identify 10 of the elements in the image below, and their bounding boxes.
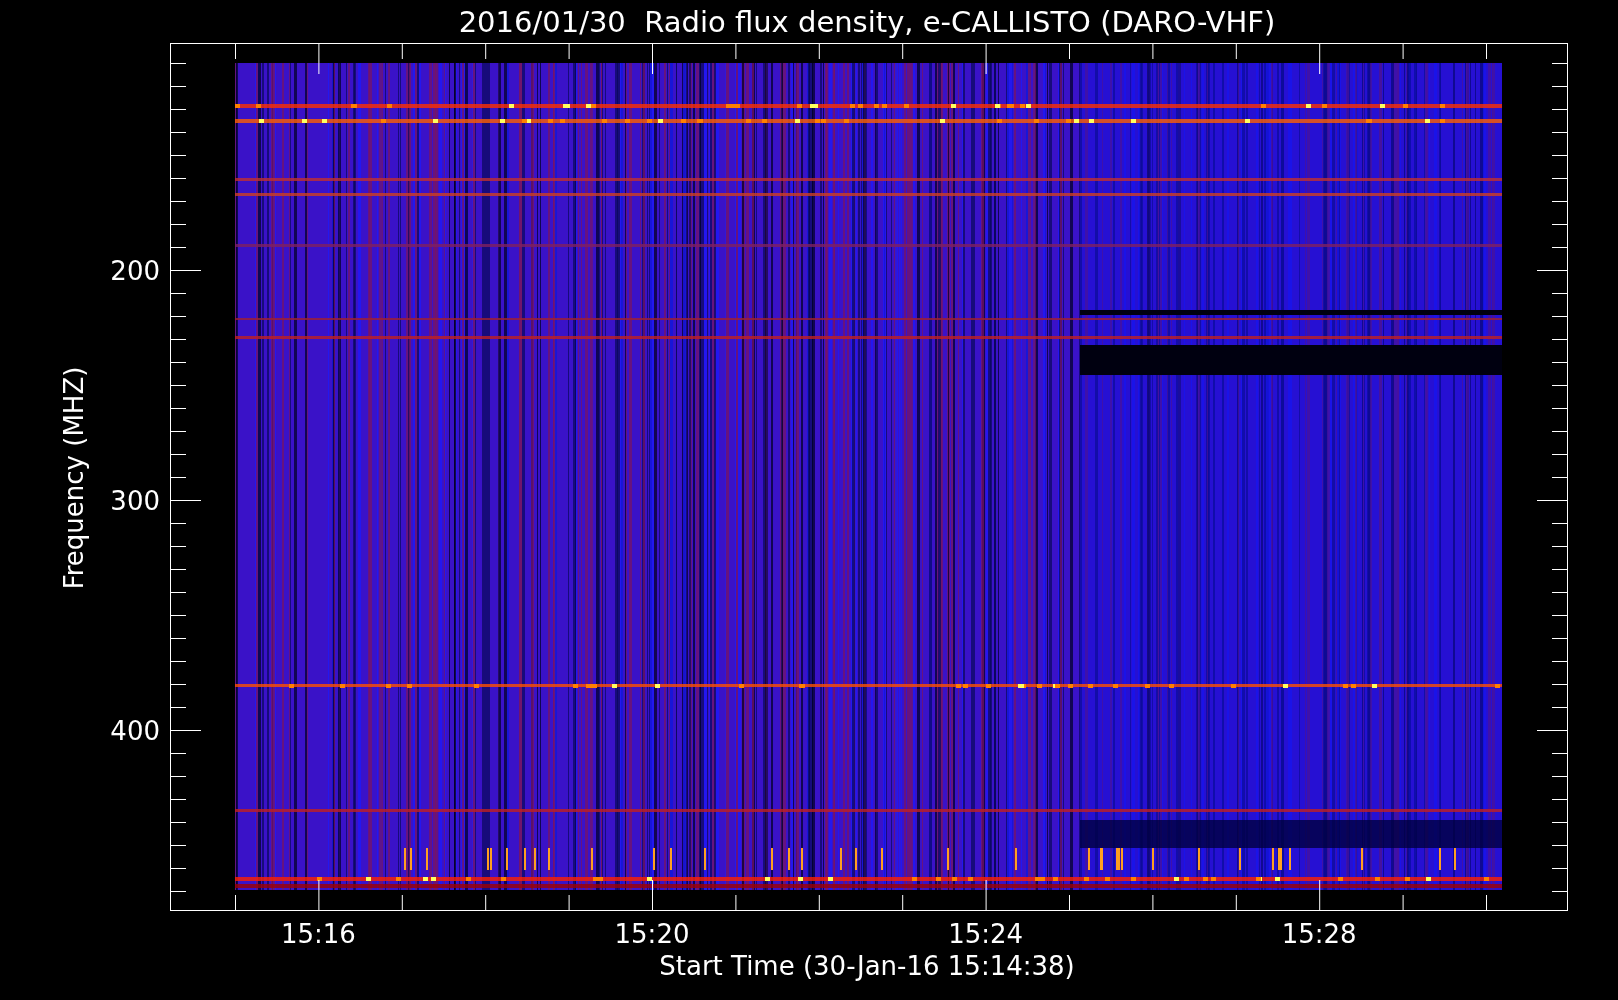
tick-label: 200 xyxy=(110,256,160,286)
chart-title: 2016/01/30 Radio flux density, e-CALLISTO (DARO-VHF) xyxy=(458,5,1276,39)
tick-label: 300 xyxy=(110,486,160,516)
tick-label: 400 xyxy=(110,716,160,746)
tick-label: 15:28 xyxy=(1281,919,1357,949)
x-axis-title: Start Time (30-Jan-16 15:14:38) xyxy=(659,951,1075,981)
y-axis-title: Frequency (MHZ) xyxy=(59,366,89,590)
tick-label: 15:16 xyxy=(280,919,356,949)
tick-label: 15:24 xyxy=(948,919,1024,949)
tick-label: 15:20 xyxy=(614,919,690,949)
